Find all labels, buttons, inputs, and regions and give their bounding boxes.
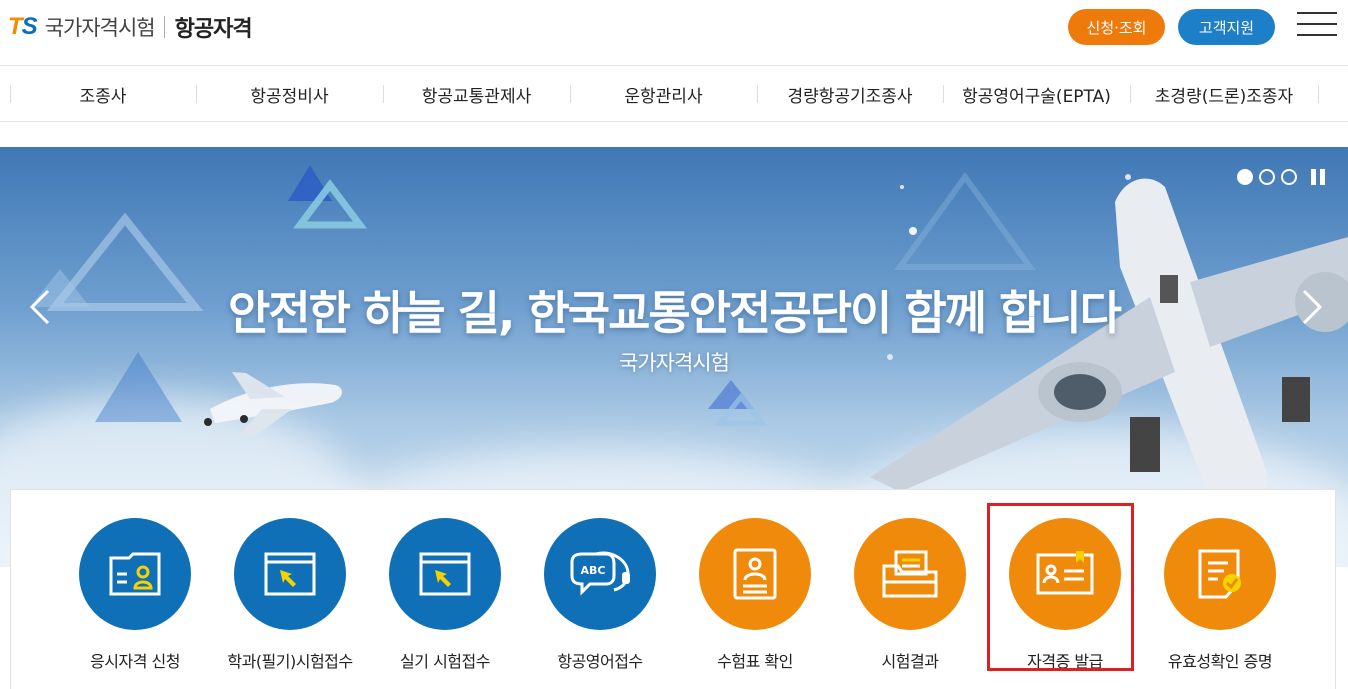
highlight-box: [987, 503, 1134, 671]
quick-circle: [79, 518, 191, 630]
quick-item-label: 응시자격 신청: [90, 652, 180, 671]
menu-hamburger-icon[interactable]: [1297, 12, 1337, 38]
nav-item-drone[interactable]: 초경량(드론)조종자: [1130, 67, 1318, 122]
nav-item-mechanic[interactable]: 항공정비사: [196, 67, 383, 122]
quick-item-label: 수험표 확인: [717, 652, 793, 671]
quick-item-label: 학과(필기)시험접수: [227, 652, 353, 671]
quick-circle: [1164, 518, 1276, 630]
quick-item-validity-proof[interactable]: 유효성확인 증명: [1145, 518, 1295, 672]
abc-headset-icon: ABC: [570, 551, 630, 596]
quick-circle: [234, 518, 346, 630]
quick-circle: ABC: [544, 518, 656, 630]
apply-lookup-button[interactable]: 신청·조회: [1068, 9, 1165, 45]
quick-item-label: 시험결과: [881, 652, 939, 671]
quick-item-label: 실기 시험접수: [400, 652, 490, 671]
quick-circle: [699, 518, 811, 630]
cursor-window-icon: [264, 552, 316, 596]
logo-divider: [163, 16, 165, 38]
hero-title: 안전한 하늘 길, 한국교통안전공단이 함께 합니다: [228, 286, 1122, 340]
quick-item-eligibility[interactable]: 응시자격 신청: [60, 518, 210, 672]
ts-logo-mark: TS: [8, 13, 38, 40]
nav-item-epta[interactable]: 항공영어구술(EPTA): [943, 67, 1130, 122]
org-name: 국가자격시험: [44, 16, 156, 40]
main-navigation: 조종사 항공정비사 항공교통관제사 운항관리사 경량항공기조종사 항공영어구술(…: [0, 67, 1348, 122]
site-header: TS 국가자격시험 항공자격 신청·조회 고객지원: [0, 0, 1348, 66]
quick-circle: [854, 518, 966, 630]
quick-item-written-exam[interactable]: 학과(필기)시험접수: [215, 518, 365, 672]
folder-icon: [882, 550, 938, 598]
quick-item-admission-ticket[interactable]: 수험표 확인: [680, 518, 830, 672]
site-logo[interactable]: TS 국가자격시험 항공자격: [8, 12, 253, 42]
next-slide-arrow-icon[interactable]: [1296, 287, 1326, 327]
nav-item-light-aircraft[interactable]: 경량항공기조종사: [757, 67, 943, 122]
quick-item-aviation-english[interactable]: ABC 항공영어접수: [525, 518, 675, 672]
nav-divider: [1318, 85, 1319, 103]
slide-dot-2[interactable]: [1259, 169, 1275, 185]
slide-dot-3[interactable]: [1281, 169, 1297, 185]
quick-item-practical-exam[interactable]: 실기 시험접수: [370, 518, 520, 672]
prev-slide-arrow-icon[interactable]: [26, 287, 56, 327]
site-title: 항공자격: [174, 17, 253, 42]
hero-subtitle: 국가자격시험: [619, 351, 730, 375]
slide-dot-1[interactable]: [1237, 169, 1253, 185]
nav-item-pilot[interactable]: 조종사: [10, 67, 196, 122]
verified-document-icon: [1198, 549, 1241, 599]
admission-ticket-icon: [733, 548, 777, 600]
slide-indicator: [1237, 169, 1327, 185]
pause-icon[interactable]: [1309, 169, 1327, 185]
quick-item-label: 항공영어접수: [557, 652, 643, 671]
svg-text:ABC: ABC: [581, 564, 606, 577]
quick-item-label: 유효성확인 증명: [1167, 652, 1273, 671]
quick-item-exam-result[interactable]: 시험결과: [835, 518, 985, 672]
cursor-window-icon: [419, 552, 471, 596]
quick-menu: 응시자격 신청 학과(필기)시험접수 실기 시험접수 ABC 항공영어접수 수험…: [10, 489, 1336, 689]
id-card-icon: [109, 552, 161, 596]
nav-item-atc[interactable]: 항공교통관제사: [383, 67, 570, 122]
customer-support-button[interactable]: 고객지원: [1178, 9, 1275, 45]
quick-circle: [389, 518, 501, 630]
nav-item-dispatcher[interactable]: 운항관리사: [570, 67, 757, 122]
